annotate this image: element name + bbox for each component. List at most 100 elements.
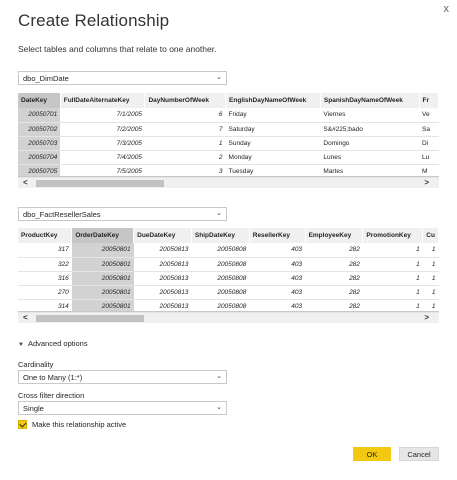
column-header[interactable]: PromotionKey [362, 228, 424, 243]
table-cell: 20050813 [133, 257, 192, 272]
table-cell: 1 [362, 285, 423, 300]
table-cell: M [419, 164, 439, 176]
table-cell: 1 [362, 257, 423, 272]
table-row: 314 20050801 20050813 20050808 403 282 1 1 [18, 299, 439, 311]
column-header[interactable]: EmployeeKey [305, 228, 364, 243]
table-cell: 20050808 [191, 257, 250, 272]
table-cell: 270 [18, 285, 72, 300]
table-cell: 316 [18, 271, 72, 286]
column-header[interactable]: DayNumberOfWeek [144, 93, 227, 108]
table-cell: 7/4/2005 [60, 150, 145, 165]
table-cell: Lu [419, 150, 439, 165]
table2-select-value: dbo_FactResellerSales [23, 210, 101, 219]
table-cell: 317 [18, 243, 72, 258]
table-cell: Domingo [320, 136, 420, 151]
table-cell: 7/3/2005 [60, 136, 145, 151]
table-cell: 20050808 [191, 243, 250, 258]
cardinality-select[interactable]: One to Many (1:*) ⌄ [18, 370, 227, 384]
table-cell: 403 [249, 257, 306, 272]
column-header[interactable]: FullDateAlternateKey [60, 93, 146, 108]
table-cell: Lunes [320, 150, 420, 165]
table-cell: 20050702 [18, 122, 61, 137]
table-cell: Martes [320, 164, 420, 176]
table-cell: 20050801 [71, 271, 134, 286]
table-cell: 403 [249, 299, 306, 311]
table-cell: 1 [422, 299, 439, 311]
table-cell: 7/2/2005 [60, 122, 145, 137]
advanced-options-toggle[interactable]: ▼ Advanced options [18, 339, 88, 348]
table-cell: 282 [305, 243, 363, 258]
table2-select[interactable]: dbo_FactResellerSales ⌄ [18, 207, 227, 221]
table-cell: Di [419, 136, 439, 151]
column-header[interactable]: ResellerKey [249, 228, 306, 243]
column-header[interactable]: Fr [419, 93, 439, 108]
scroll-right-icon[interactable]: > [424, 178, 429, 187]
active-relationship-row[interactable]: Make this relationship active [18, 420, 126, 429]
table-cell: 1 [422, 271, 439, 286]
scroll-thumb[interactable] [36, 180, 164, 187]
close-icon[interactable]: x [444, 4, 450, 15]
table2-horizontal-scrollbar[interactable]: < > [18, 312, 439, 323]
table-row: 317 20050801 20050813 20050808 403 282 1 1 [18, 243, 439, 258]
table-cell: 282 [305, 257, 363, 272]
cardinality-label: Cardinality [18, 360, 54, 369]
table-cell: 20050705 [18, 164, 61, 176]
table-cell: 20050801 [71, 299, 134, 311]
table-row: 20050701 7/1/2005 6 Friday Viernes Ve [18, 108, 439, 123]
column-header[interactable]: DateKey [18, 93, 61, 108]
table-cell: 282 [305, 299, 363, 311]
table-row: 20050705 7/5/2005 3 Tuesday Martes M [18, 164, 439, 176]
column-header[interactable]: EnglishDayNameOfWeek [225, 93, 321, 108]
table1-select[interactable]: dbo_DimDate ⌄ [18, 71, 227, 85]
table-cell: 20050813 [133, 299, 192, 311]
advanced-options-label: Advanced options [27, 339, 88, 348]
table-cell: 7/5/2005 [60, 164, 145, 176]
table-cell: 1 [144, 136, 226, 151]
table-cell: 6 [144, 108, 226, 123]
chevron-down-icon: ⌄ [216, 373, 222, 380]
scroll-left-icon[interactable]: < [23, 313, 28, 322]
table-cell: Saturday [225, 122, 321, 137]
triangle-down-icon: ▼ [18, 342, 24, 348]
chevron-down-icon: ⌄ [216, 210, 222, 217]
table-cell: 1 [422, 285, 439, 300]
scroll-right-icon[interactable]: > [424, 313, 429, 322]
column-header[interactable]: ShipDateKey [191, 228, 250, 243]
table-cell: Sa [419, 122, 439, 137]
cross-filter-label: Cross filter direction [18, 391, 85, 400]
table-cell: 20050813 [133, 271, 192, 286]
scroll-thumb[interactable] [36, 315, 144, 322]
table-cell: 403 [249, 285, 306, 300]
column-header[interactable]: Cu [422, 228, 439, 243]
table-cell: 1 [422, 243, 439, 258]
cancel-button[interactable]: Cancel [399, 447, 439, 461]
cross-filter-select[interactable]: Single ⌄ [18, 401, 227, 415]
active-relationship-label: Make this relationship active [32, 420, 127, 429]
table-cell: Friday [225, 108, 321, 123]
column-header[interactable]: DueDateKey [133, 228, 192, 243]
table2-preview-grid: ProductKey OrderDateKey DueDateKey ShipDate… [18, 228, 439, 312]
table-cell: 2 [144, 150, 226, 165]
table-cell: 20050801 [71, 257, 134, 272]
table-row: 270 20050801 20050813 20050808 403 282 1 1 [18, 285, 439, 300]
scroll-left-icon[interactable]: < [23, 178, 28, 187]
table-cell: S&#225;bado [320, 122, 420, 137]
column-header[interactable]: OrderDateKey [71, 228, 135, 243]
table1-horizontal-scrollbar[interactable]: < > [18, 177, 439, 188]
table-cell: 20050813 [133, 285, 192, 300]
table-row: 20050702 7/2/2005 7 Saturday S&#225;bado Sa [18, 122, 439, 137]
column-header[interactable]: ProductKey [18, 228, 73, 243]
ok-button[interactable]: OK [353, 447, 391, 461]
table-row: 20050704 7/4/2005 2 Monday Lunes Lu [18, 150, 439, 165]
cardinality-value: One to Many (1:*) [23, 373, 83, 382]
table-cell: 282 [305, 285, 363, 300]
dialog-subtitle: Select tables and columns that relate to… [18, 44, 217, 54]
table-cell: 20050808 [191, 271, 250, 286]
table-cell: 7/1/2005 [60, 108, 145, 123]
column-header[interactable]: SpanishDayNameOfWeek [320, 93, 420, 108]
table-cell: 20050808 [191, 285, 250, 300]
table-cell: 7 [144, 122, 226, 137]
table-cell: 282 [305, 271, 363, 286]
active-relationship-checkbox[interactable] [18, 420, 27, 429]
chevron-down-icon: ⌄ [216, 404, 222, 411]
